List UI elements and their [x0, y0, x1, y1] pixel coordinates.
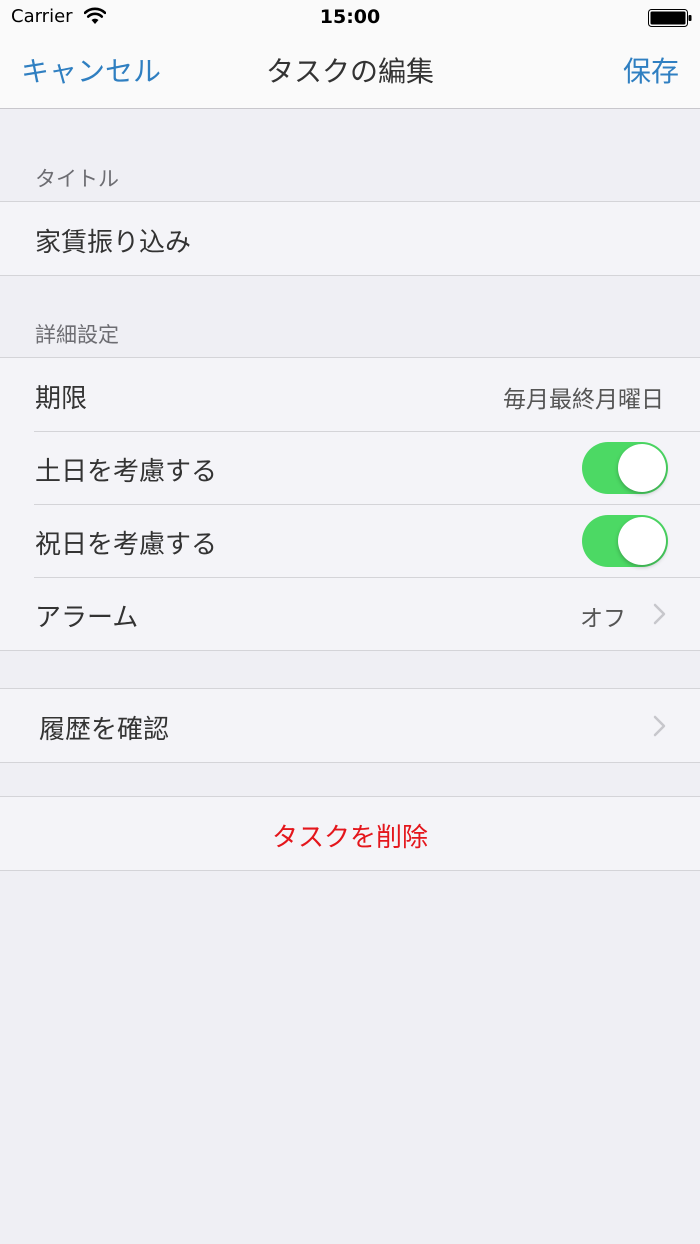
- toggle-knob: [618, 444, 666, 492]
- battery-icon: [648, 9, 692, 27]
- status-bar: Carrier 15:00: [0, 0, 700, 36]
- cancel-button[interactable]: キャンセル: [21, 50, 161, 90]
- alarm-value: オフ: [580, 606, 626, 632]
- deadline-value: 毎月最終月曜日: [503, 387, 664, 413]
- alarm-label: アラーム: [35, 603, 139, 633]
- status-time: 15:00: [319, 6, 381, 28]
- history-label: 履歴を確認: [39, 715, 170, 745]
- weekend-toggle[interactable]: [582, 442, 668, 494]
- task-title-row[interactable]: 家賃振り込み: [0, 202, 700, 275]
- history-row[interactable]: 履歴を確認: [0, 689, 700, 762]
- chevron-right-icon: [653, 715, 666, 737]
- save-button[interactable]: 保存: [623, 50, 679, 90]
- holiday-toggle[interactable]: [582, 515, 668, 567]
- delete-task-button[interactable]: タスクを削除: [0, 797, 700, 870]
- weekend-label: 土日を考慮する: [35, 457, 218, 487]
- details-group: 期限 毎月最終月曜日 土日を考慮する 祝日を考慮する アラーム オフ: [0, 357, 700, 651]
- history-group: 履歴を確認: [0, 688, 700, 763]
- deadline-label: 期限: [35, 384, 88, 414]
- toggle-knob: [618, 517, 666, 565]
- delete-task-label: タスクを削除: [271, 823, 428, 853]
- deadline-row[interactable]: 期限 毎月最終月曜日: [0, 358, 700, 431]
- delete-group: タスクを削除: [0, 796, 700, 871]
- alarm-row[interactable]: アラーム オフ: [0, 577, 700, 650]
- weekend-row: 土日を考慮する: [0, 431, 700, 504]
- chevron-right-icon: [653, 603, 666, 625]
- holiday-label: 祝日を考慮する: [35, 530, 218, 560]
- title-group: 家賃振り込み: [0, 201, 700, 276]
- details-section-header: 詳細設定: [35, 323, 119, 347]
- navigation-bar: キャンセル タスクの編集 保存: [0, 36, 700, 109]
- holiday-row: 祝日を考慮する: [0, 504, 700, 577]
- task-title-field[interactable]: 家賃振り込み: [35, 222, 191, 259]
- title-section-header: タイトル: [35, 167, 119, 191]
